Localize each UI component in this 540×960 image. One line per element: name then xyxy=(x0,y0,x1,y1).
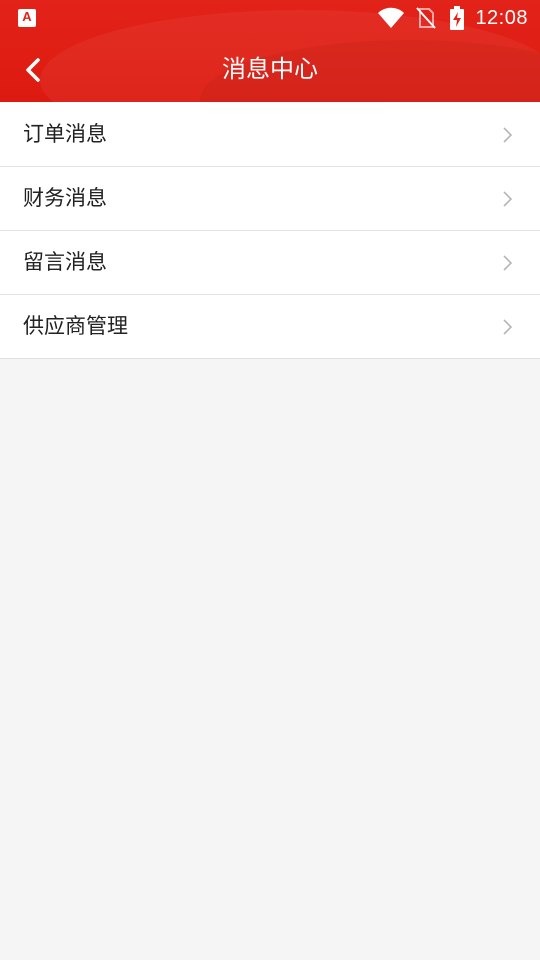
wifi-icon xyxy=(378,7,405,28)
chevron-right-icon xyxy=(503,127,513,143)
menu-list: 订单消息 财务消息 留言消息 供应商管理 xyxy=(0,102,540,359)
nav-bar: 消息中心 xyxy=(0,36,540,102)
no-sim-icon xyxy=(416,7,437,29)
chevron-left-icon xyxy=(26,58,40,82)
back-button[interactable] xyxy=(14,50,54,90)
status-icons: 12:08 xyxy=(377,4,528,32)
chevron-right-icon xyxy=(503,191,513,207)
menu-item-finance-messages[interactable]: 财务消息 xyxy=(0,166,540,230)
menu-item-comment-messages[interactable]: 留言消息 xyxy=(0,230,540,294)
menu-item-label: 留言消息 xyxy=(23,250,107,274)
status-time: 12:08 xyxy=(475,6,528,29)
status-bar: A 12:08 xyxy=(0,0,540,36)
app-notification-glyph: A xyxy=(22,9,32,24)
chevron-right-icon xyxy=(503,319,513,335)
menu-item-label: 供应商管理 xyxy=(23,314,128,338)
menu-item-label: 财务消息 xyxy=(23,186,107,210)
app-header: A 12:08 消息中心 xyxy=(0,0,540,102)
battery-charging-icon xyxy=(450,6,465,30)
chevron-right-icon xyxy=(503,255,513,271)
app-notification-icon: A xyxy=(18,9,36,27)
menu-item-supplier-management[interactable]: 供应商管理 xyxy=(0,294,540,358)
menu-item-order-messages[interactable]: 订单消息 xyxy=(0,102,540,166)
menu-item-label: 订单消息 xyxy=(23,122,107,146)
page-title: 消息中心 xyxy=(222,55,318,83)
